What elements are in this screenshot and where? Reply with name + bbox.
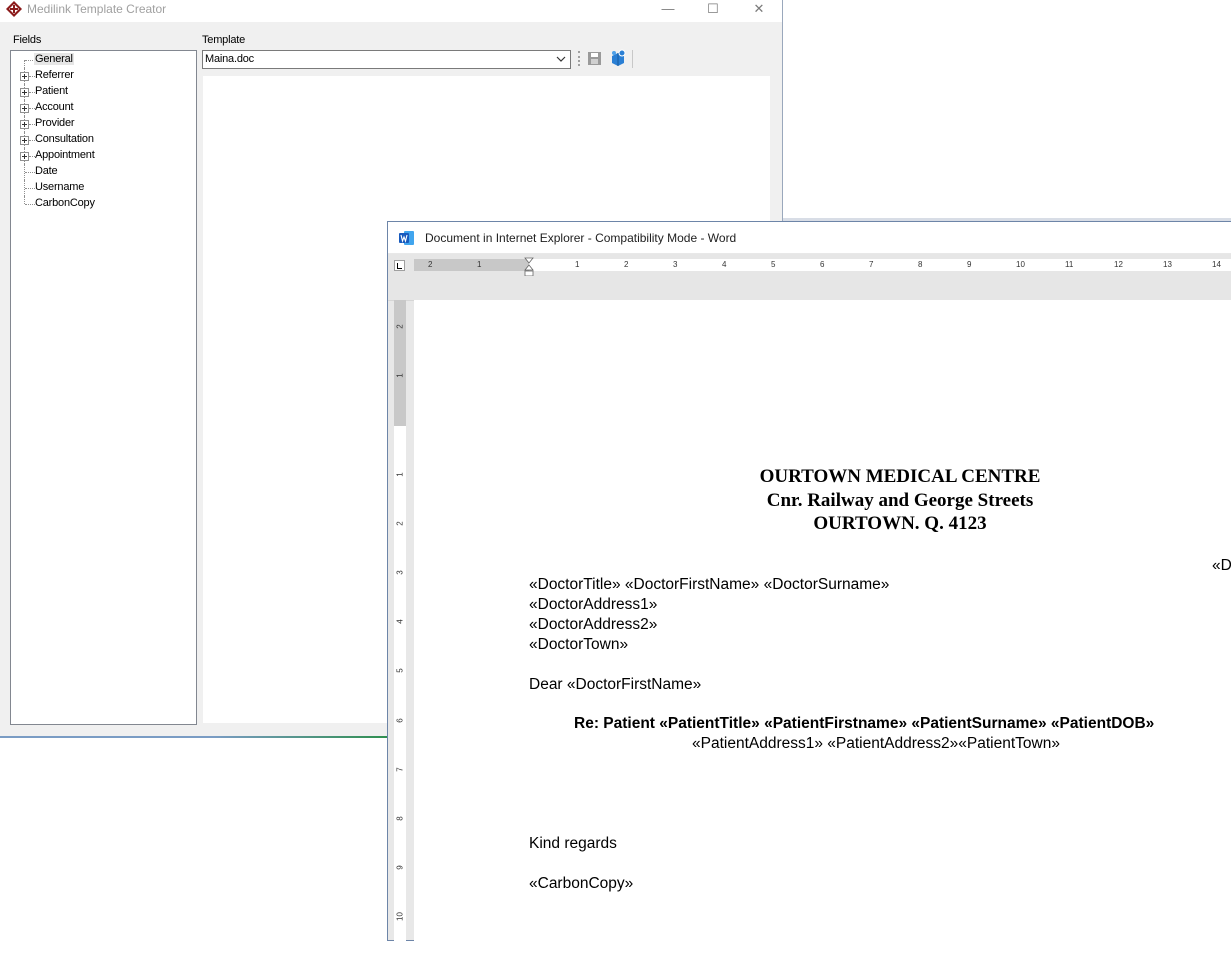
background-window-edge <box>0 736 388 738</box>
tree-line <box>24 60 25 68</box>
expand-icon[interactable] <box>20 152 29 161</box>
expand-icon[interactable] <box>20 104 29 113</box>
ruler-tick: 2 <box>395 521 405 526</box>
toolbar-grip[interactable] <box>578 51 580 66</box>
ruler-tick: 7 <box>869 260 874 269</box>
ruler-margin <box>394 300 406 426</box>
document-page[interactable]: OURTOWN MEDICAL CENTRE Cnr. Railway and … <box>414 300 1231 960</box>
ruler-tick: 9 <box>395 865 405 870</box>
tree-line <box>25 172 35 173</box>
fields-label: Fields <box>13 34 42 46</box>
ruler-tick: 11 <box>1065 260 1074 269</box>
tree-item-label: Account <box>35 101 74 113</box>
template-label: Template <box>202 34 246 46</box>
tree-item-label: Consultation <box>35 133 94 145</box>
ruler-tick: 10 <box>1016 260 1025 269</box>
template-dropdown[interactable]: Maina.doc <box>202 50 571 69</box>
merge-field-date: «D <box>1212 557 1231 574</box>
ruler-tick: 3 <box>395 570 405 575</box>
ruler-tick: 6 <box>820 260 825 269</box>
ruler-tick: 2 <box>428 260 433 269</box>
re-patient-line: Re: Patient «PatientTitle» «PatientFirst… <box>574 715 1155 732</box>
ruler-tick: 1 <box>395 373 405 378</box>
closing-line: Kind regards <box>529 835 617 852</box>
word-icon <box>399 231 414 245</box>
tab-selector-icon[interactable] <box>394 260 405 271</box>
ruler-tick: 8 <box>395 816 405 821</box>
word-window: Document in Internet Explorer - Compatib… <box>387 221 1231 960</box>
ruler-tick: 9 <box>967 260 972 269</box>
close-button[interactable]: ✕ <box>736 0 782 22</box>
horizontal-ruler[interactable]: 2 1 1 2 3 4 5 6 7 8 9 10 11 12 13 14 <box>388 254 1231 277</box>
ruler-tick: 2 <box>395 324 405 329</box>
medilink-logo-icon <box>6 1 22 17</box>
ruler-tick: 10 <box>395 912 405 921</box>
ruler-tick: 3 <box>673 260 678 269</box>
expand-icon[interactable] <box>20 120 29 129</box>
ruler-tick: 13 <box>1163 260 1172 269</box>
doctor-town-line: «DoctorTown» <box>529 636 629 653</box>
template-value: Maina.doc <box>205 53 254 65</box>
ruler-tick: 1 <box>477 260 482 269</box>
save-icon[interactable] <box>586 50 604 67</box>
ruler-tick: 4 <box>395 619 405 624</box>
tree-item-label: CarbonCopy <box>35 197 95 209</box>
indent-marker-icon[interactable] <box>524 257 534 277</box>
maximize-button[interactable]: ☐ <box>690 0 736 22</box>
ruler-tick: 5 <box>395 668 405 673</box>
expand-icon[interactable] <box>20 136 29 145</box>
ruler-tick: 6 <box>395 718 405 723</box>
doctor-address2-line: «DoctorAddress2» <box>529 616 658 633</box>
tree-line <box>25 188 35 189</box>
minimize-button[interactable]: — <box>645 0 691 22</box>
re-patient-address-line: «PatientAddress1» «PatientAddress2»«Pati… <box>692 735 1060 752</box>
window-title: Medilink Template Creator <box>27 2 167 16</box>
ruler-tick: 7 <box>395 767 405 772</box>
deploy-icon[interactable] <box>608 48 628 67</box>
tree-item-label: Date <box>35 165 58 177</box>
fields-tree[interactable]: General Referrer Patient Account Provide… <box>10 50 197 725</box>
ruler-tick: 8 <box>918 260 923 269</box>
window-border <box>782 0 783 222</box>
ruler-tick: 14 <box>1212 260 1221 269</box>
ruler-tick: 4 <box>722 260 727 269</box>
tree-item-label: General <box>34 53 74 65</box>
medilink-titlebar: Medilink Template Creator — ☐ ✕ <box>0 0 782 22</box>
expand-icon[interactable] <box>20 72 29 81</box>
tree-item-label: Appointment <box>35 149 95 161</box>
ruler-tick: 2 <box>624 260 629 269</box>
doctor-name-line: «DoctorTitle» «DoctorFirstName» «DoctorS… <box>529 576 890 593</box>
ruler-tick: 5 <box>771 260 776 269</box>
tree-item-label: Provider <box>35 117 75 129</box>
salutation-line: Dear «DoctorFirstName» <box>529 676 702 693</box>
letterhead-town: OURTOWN. Q. 4123 <box>813 513 987 534</box>
word-titlebar: Document in Internet Explorer - Compatib… <box>388 222 1231 253</box>
ruler-tick: 12 <box>1114 260 1123 269</box>
ruler-area <box>388 276 1231 301</box>
ruler-tick: 1 <box>395 472 405 477</box>
tree-line <box>24 196 25 204</box>
tree-item-label: Referrer <box>35 69 74 81</box>
chevron-down-icon[interactable] <box>556 54 566 64</box>
letterhead-street: Cnr. Railway and George Streets <box>766 490 1034 511</box>
word-window-title: Document in Internet Explorer - Compatib… <box>425 231 737 245</box>
tree-item-label: Username <box>35 181 85 193</box>
expand-icon[interactable] <box>20 88 29 97</box>
toolbar-separator <box>632 50 633 68</box>
doctor-address1-line: «DoctorAddress1» <box>529 596 658 613</box>
carbon-copy-line: «CarbonCopy» <box>529 875 634 892</box>
letterhead-name: OURTOWN MEDICAL CENTRE <box>759 466 1041 487</box>
tree-line <box>25 204 35 205</box>
ruler-tick: 1 <box>575 260 580 269</box>
tree-item-label: Patient <box>35 85 68 97</box>
vertical-ruler[interactable]: 2 1 1 2 3 4 5 6 7 8 9 10 <box>394 300 406 960</box>
